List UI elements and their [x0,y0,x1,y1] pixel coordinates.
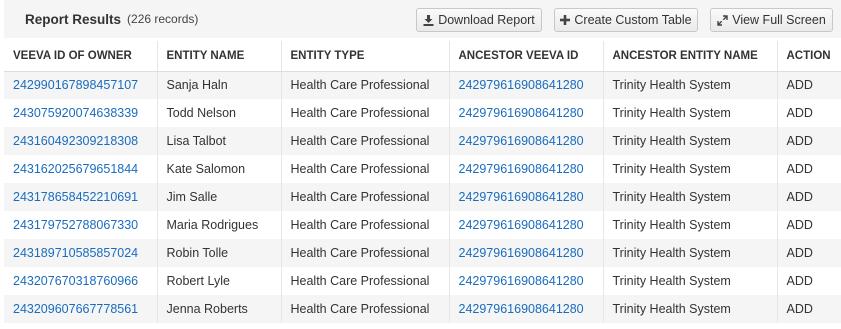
action-cell: ADD [777,295,841,323]
entity-type-cell: Health Care Professional [281,183,450,211]
ancestor-veeva-id-link[interactable]: 242979616908641280 [449,267,604,295]
col-header-ancestor-veeva-id[interactable]: ANCESTOR VEEVA ID [449,41,604,72]
ancestor-entity-name-cell: Trinity Health System [603,211,778,239]
download-icon [423,14,434,26]
table-row: 242990167898457107 Sanja Haln Health Care … [4,71,841,99]
ancestor-veeva-id-link[interactable]: 242979616908641280 [449,211,604,239]
ancestor-entity-name-cell: Trinity Health System [603,71,778,99]
ancestor-entity-name-cell: Trinity Health System [603,155,778,183]
record-count: (226 records) [127,12,199,26]
entity-type-cell: Health Care Professional [281,211,450,239]
veeva-id-link[interactable]: 243179752788067330 [4,211,158,239]
veeva-id-link[interactable]: 243178658452210691 [4,183,158,211]
entity-type-cell: Health Care Professional [281,239,450,267]
entity-type-cell: Health Care Professional [281,155,450,183]
entity-type-cell: Health Care Professional [281,267,450,295]
veeva-id-link[interactable]: 243209607667778561 [4,295,158,323]
col-header-ancestor-entity-name[interactable]: ANCESTOR ENTITY NAME [603,41,778,72]
entity-type-cell: Health Care Professional [281,127,450,155]
table-row: 243075920074638339 Todd Nelson Health Care… [4,99,841,127]
entity-name-cell: Todd Nelson [157,99,282,127]
download-report-label: Download Report [438,13,535,27]
expand-icon [717,14,728,26]
action-cell: ADD [777,155,841,183]
table-row: 243207670318760966 Robert Lyle Health Care… [4,267,841,295]
entity-type-cell: Health Care Professional [281,295,450,323]
col-header-entity-type[interactable]: ENTITY TYPE [281,41,450,72]
ancestor-veeva-id-link[interactable]: 242979616908641280 [449,127,604,155]
table-header-row: VEEVA ID OF OWNER ENTITY NAME ENTITY TYP… [4,41,841,72]
veeva-id-link[interactable]: 243162025679651844 [4,155,158,183]
entity-name-cell: Sanja Haln [157,71,282,99]
action-cell: ADD [777,183,841,211]
table-row: 243209607667778561 Jenna Roberts Health Ca… [4,295,841,323]
entity-name-cell: Jenna Roberts [157,295,282,323]
entity-name-cell: Maria Rodrigues [157,211,282,239]
download-report-button[interactable]: Download Report [416,8,542,32]
entity-type-cell: Health Care Professional [281,99,450,127]
veeva-id-link[interactable]: 242990167898457107 [4,71,158,99]
entity-name-cell: Kate Salomon [157,155,282,183]
ancestor-entity-name-cell: Trinity Health System [603,295,778,323]
action-cell: ADD [777,99,841,127]
action-cell: ADD [777,71,841,99]
table-row: 243189710585857024 Robin Tolle Health Care… [4,239,841,267]
veeva-id-link[interactable]: 243075920074638339 [4,99,158,127]
veeva-id-link[interactable]: 243160492309218308 [4,127,158,155]
action-cell: ADD [777,267,841,295]
table-body: 242990167898457107 Sanja Haln Health Care … [4,71,841,323]
entity-name-cell: Robin Tolle [157,239,282,267]
create-custom-table-button[interactable]: Create Custom Table [554,8,698,32]
table-row: 243178658452210691 Jim Salle Health Care P… [4,183,841,211]
col-header-entity-name[interactable]: ENTITY NAME [157,41,282,72]
ancestor-entity-name-cell: Trinity Health System [603,239,778,267]
ancestor-veeva-id-link[interactable]: 242979616908641280 [449,183,604,211]
view-full-screen-button[interactable]: View Full Screen [710,8,833,32]
ancestor-veeva-id-link[interactable]: 242979616908641280 [449,71,604,99]
entity-type-cell: Health Care Professional [281,71,450,99]
table-row: 243162025679651844 Kate Salomon Health Car… [4,155,841,183]
ancestor-veeva-id-link[interactable]: 242979616908641280 [449,295,604,323]
entity-name-cell: Robert Lyle [157,267,282,295]
entity-name-cell: Lisa Talbot [157,127,282,155]
veeva-id-link[interactable]: 243207670318760966 [4,267,158,295]
col-header-veeva-id-owner[interactable]: VEEVA ID OF OWNER [4,41,158,72]
col-header-action[interactable]: ACTION [777,41,841,72]
entity-name-cell: Jim Salle [157,183,282,211]
view-full-screen-label: View Full Screen [732,13,826,27]
ancestor-veeva-id-link[interactable]: 242979616908641280 [449,155,604,183]
report-table: VEEVA ID OF OWNER ENTITY NAME ENTITY TYP… [4,41,841,323]
veeva-id-link[interactable]: 243189710585857024 [4,239,158,267]
action-cell: ADD [777,239,841,267]
plus-icon [560,15,571,25]
table-row: 243160492309218308 Lisa Talbot Health Care… [4,127,841,155]
ancestor-entity-name-cell: Trinity Health System [603,267,778,295]
action-cell: ADD [777,211,841,239]
ancestor-entity-name-cell: Trinity Health System [603,99,778,127]
report-title: Report Results [25,11,122,27]
ancestor-veeva-id-link[interactable]: 242979616908641280 [449,99,604,127]
ancestor-entity-name-cell: Trinity Health System [603,127,778,155]
ancestor-veeva-id-link[interactable]: 242979616908641280 [449,239,604,267]
table-row: 243179752788067330 Maria Rodrigues Health … [4,211,841,239]
create-custom-table-label: Create Custom Table [574,13,692,27]
ancestor-entity-name-cell: Trinity Health System [603,183,778,211]
action-cell: ADD [777,127,841,155]
